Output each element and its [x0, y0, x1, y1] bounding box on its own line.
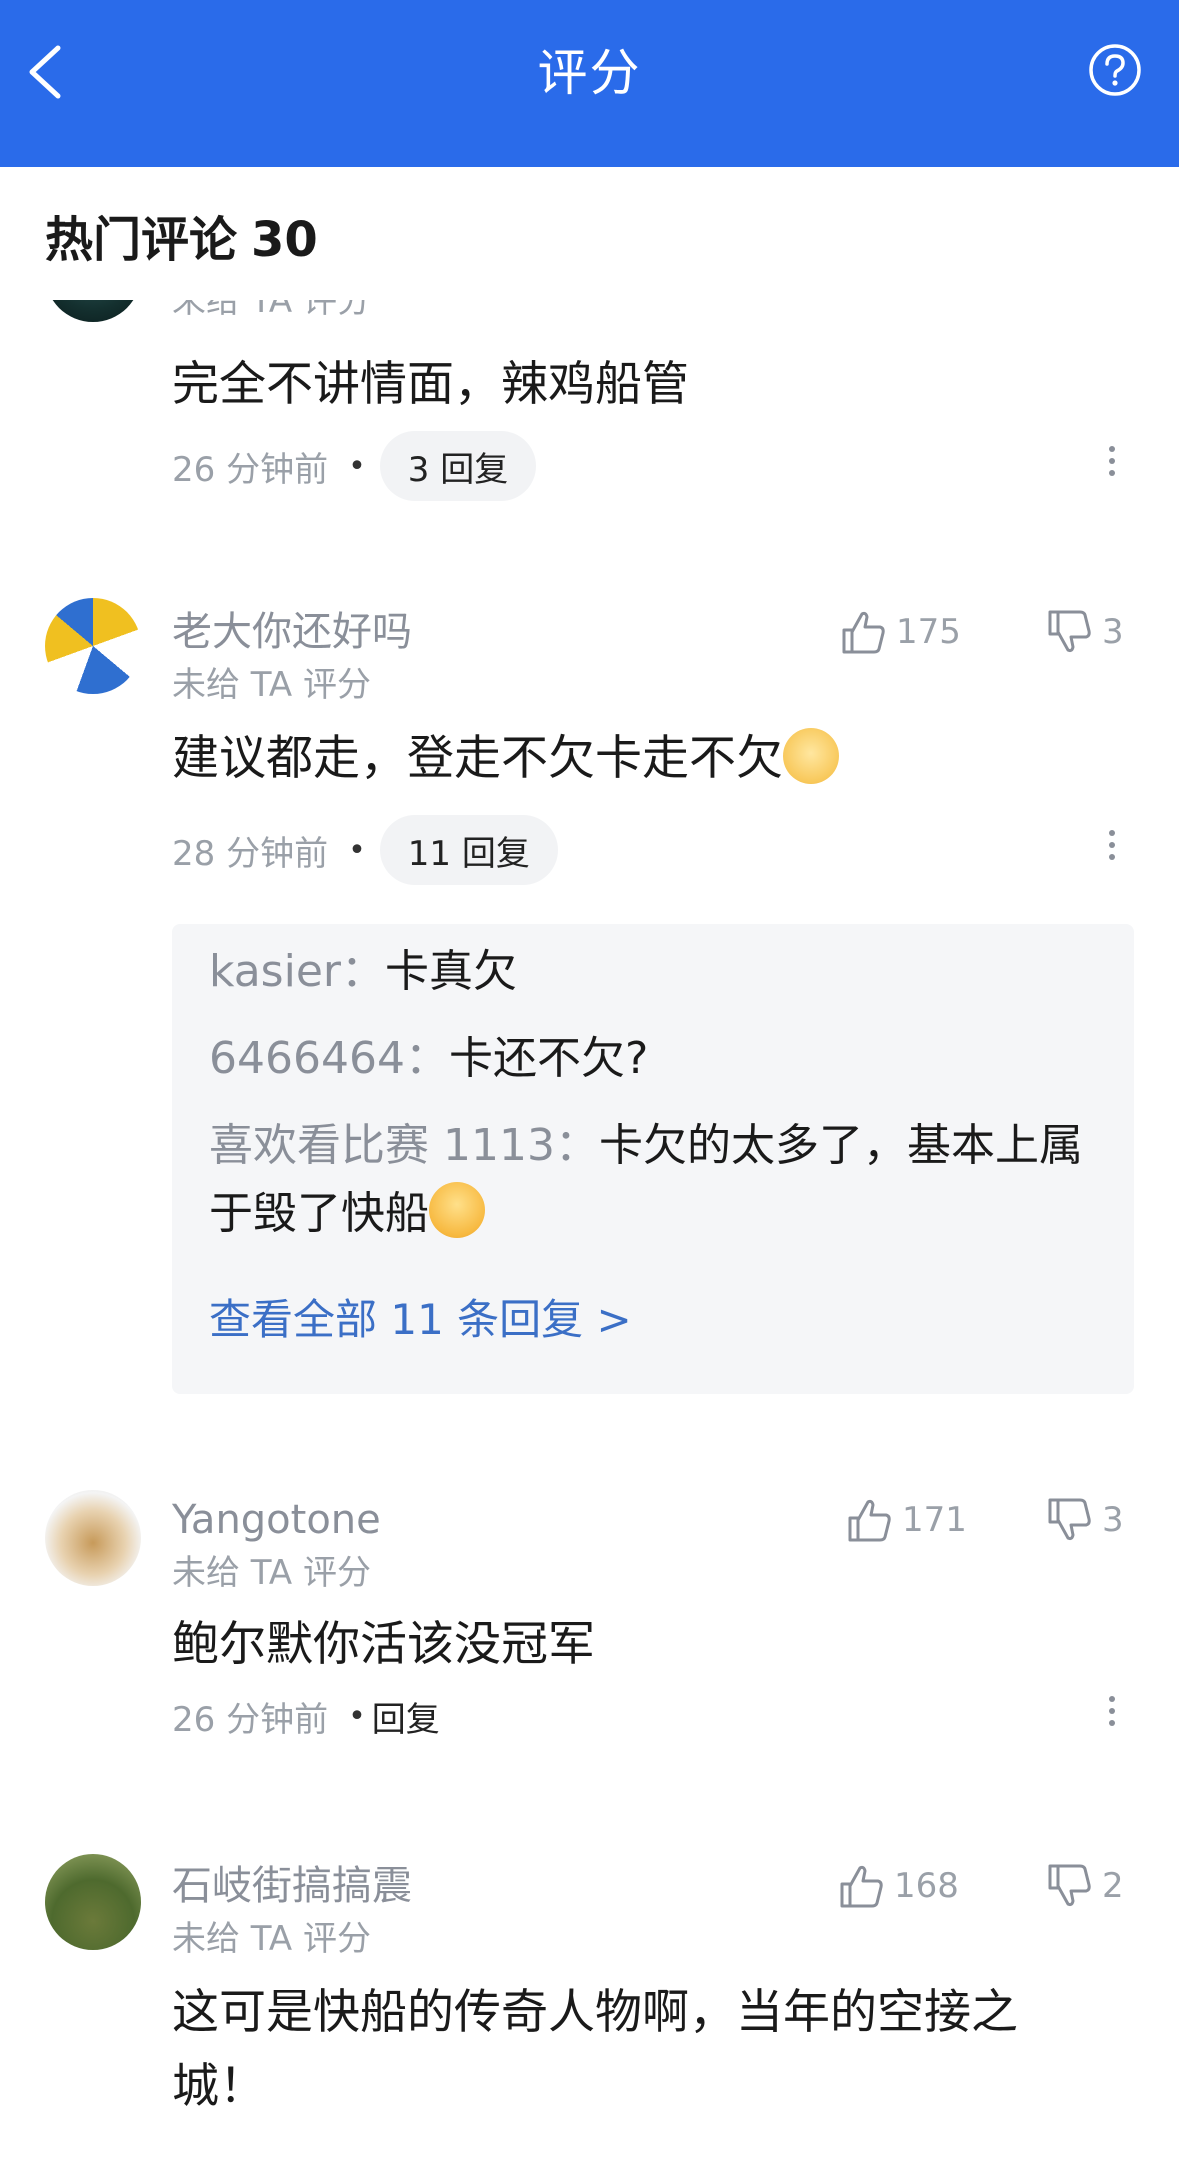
reply-button[interactable]: 回复: [372, 1692, 440, 1741]
separator-dot: •: [348, 832, 366, 868]
avatar[interactable]: [45, 1854, 141, 1950]
reply-text: 卡还不欠?: [448, 1033, 649, 1084]
reply-button[interactable]: 3 回复: [379, 431, 537, 501]
reply-username[interactable]: 6466464：: [209, 1033, 449, 1084]
section-title-label: 热门评论: [45, 212, 238, 268]
avatar[interactable]: [45, 300, 141, 322]
comment-text: 鲍尔默你活该没冠军: [172, 1617, 595, 1672]
username[interactable]: 石岐街搞搞震: [172, 1858, 412, 1914]
avatar[interactable]: [45, 598, 141, 694]
help-button[interactable]: [1087, 42, 1143, 98]
dislike-count: 3: [1102, 612, 1124, 652]
reply-username[interactable]: 喜欢看比赛 1113：: [209, 1120, 599, 1171]
reply-item: 6466464：卡还不欠?: [209, 1025, 1109, 1093]
thumbs-up-icon: [840, 1865, 883, 1908]
like-button[interactable]: 175: [840, 604, 961, 660]
comment-time: 26 分钟前: [172, 1699, 329, 1740]
more-options-button[interactable]: [1097, 824, 1127, 874]
like-count: 175: [896, 612, 961, 652]
separator-dot: •: [348, 448, 366, 484]
comment-text-content: 建议都走，登走不欠卡走不欠: [172, 731, 783, 786]
comment-text: 完全不讲情面，辣鸡船管: [172, 357, 689, 412]
comment-feed[interactable]: 未给 TA 评分 完全不讲情面，辣鸡船管 26 分钟前 • 3 回复 老大你还好…: [0, 300, 1179, 2163]
dislike-count: 3: [1102, 1500, 1124, 1540]
like-button[interactable]: 171: [846, 1492, 967, 1548]
reply-button[interactable]: 11 回复: [379, 815, 558, 885]
comment-text: 建议都走，登走不欠卡走不欠: [172, 722, 1132, 796]
separator-dot: •: [348, 1698, 366, 1734]
comment-meta: 28 分钟前 • 11 回复: [172, 814, 558, 886]
comment-time: 26 分钟前: [172, 449, 329, 490]
dislike-button[interactable]: 2: [1046, 1858, 1124, 1914]
username[interactable]: 老大你还好吗: [172, 604, 412, 660]
comment-meta: 26 分钟前 • 3 回复: [172, 430, 537, 502]
watermelon-face-emoji-icon: [429, 1182, 485, 1238]
more-options-button[interactable]: [1097, 1690, 1127, 1740]
more-options-button[interactable]: [1097, 440, 1127, 490]
thumbs-down-icon: [1048, 1864, 1091, 1907]
comment-meta: 26 分钟前 • 回复: [172, 1680, 440, 1752]
like-button[interactable]: 168: [838, 1858, 959, 1914]
rating-text: 未给 TA 评分: [172, 1919, 372, 1959]
dislike-count: 2: [1102, 1866, 1124, 1906]
reply-item: kasier：卡真欠: [209, 938, 1109, 1006]
dislike-button[interactable]: 3: [1046, 1492, 1124, 1548]
avatar[interactable]: [45, 1490, 141, 1586]
rating-text: 未给 TA 评分: [172, 665, 372, 705]
comment-text: 这可是快船的传奇人物啊，当年的空接之城！: [172, 1985, 1018, 2114]
reply-preview-box[interactable]: kasier：卡真欠 6466464：卡还不欠? 喜欢看比赛 1113：卡欠的太…: [172, 924, 1134, 1394]
reply-username[interactable]: kasier：: [209, 946, 385, 997]
comment-item: 未给 TA 评分 完全不讲情面，辣鸡船管 26 分钟前 • 3 回复: [0, 300, 1179, 522]
rating-text: 未给 TA 评分: [172, 300, 372, 321]
cat-face-emoji-icon: [783, 728, 839, 784]
page-title: 评分: [537, 44, 642, 102]
comment-item: 石岐街搞搞震 未给 TA 评分 168 2 这可是快船的传奇人物啊，当年的空接之…: [0, 1776, 1179, 2163]
reply-text: 卡真欠: [384, 946, 517, 997]
reply-item: 喜欢看比赛 1113：卡欠的太多了，基本上属于毁了快船: [209, 1112, 1109, 1248]
section-title: 热门评论 30: [45, 207, 318, 273]
like-count: 168: [894, 1866, 959, 1906]
thumbs-down-icon: [1048, 610, 1091, 653]
view-all-replies-link[interactable]: 查看全部 11 条回复 >: [209, 1290, 632, 1350]
comment-item: Yangotone 未给 TA 评分 171 3 鲍尔默你活该没冠军 26 分钟…: [0, 1410, 1179, 1776]
dislike-button[interactable]: 3: [1046, 604, 1124, 660]
comment-item: 老大你还好吗 未给 TA 评分 175 3 建议都走，登走不欠卡走不欠 28 分…: [0, 522, 1179, 1410]
top-nav-bar: 评分: [0, 0, 1179, 167]
comment-time: 28 分钟前: [172, 833, 329, 874]
help-icon: [1089, 44, 1141, 96]
username[interactable]: Yangotone: [172, 1492, 381, 1548]
comment-count: 30: [251, 212, 318, 268]
thumbs-up-icon: [848, 1499, 891, 1542]
like-count: 171: [902, 1500, 967, 1540]
rating-text: 未给 TA 评分: [172, 1553, 372, 1593]
thumbs-down-icon: [1048, 1498, 1091, 1541]
thumbs-up-icon: [842, 611, 885, 654]
